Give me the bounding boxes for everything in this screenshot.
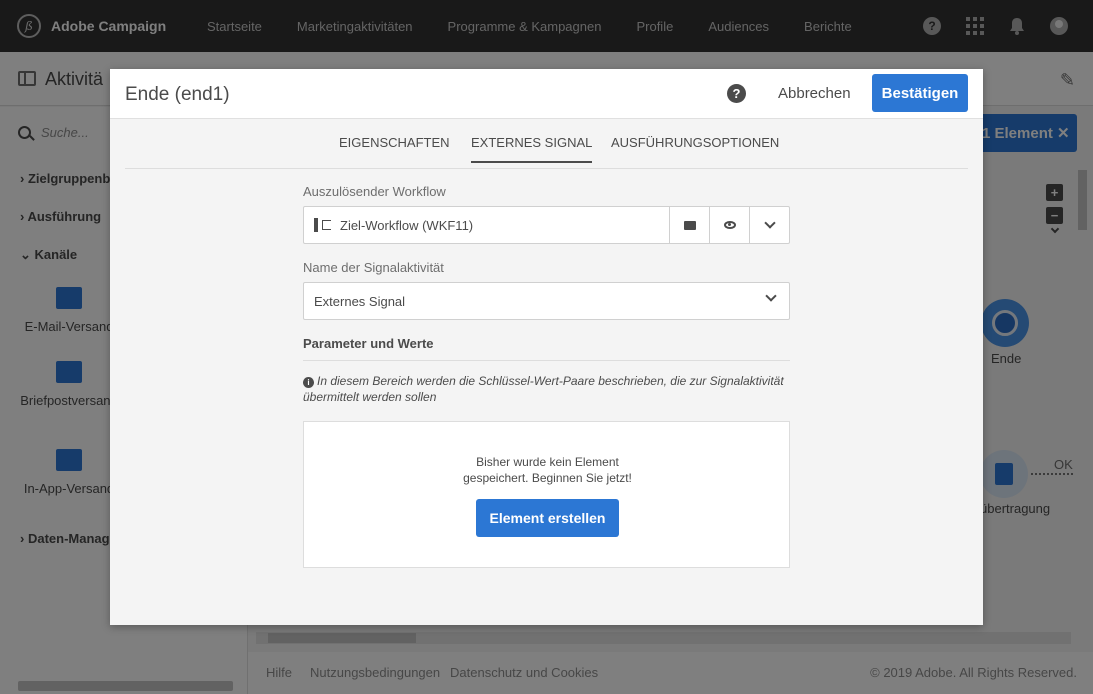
browse-folder-button[interactable] xyxy=(669,207,709,243)
tab-ausfuehrungsoptionen[interactable]: AUSFÜHRUNGSOPTIONEN xyxy=(611,135,779,150)
chevron-down-icon xyxy=(765,290,777,302)
confirm-button[interactable]: Bestätigen xyxy=(872,74,968,112)
dialog-header: Ende (end1) ? Abbrechen Bestätigen xyxy=(110,69,983,119)
info-icon: i xyxy=(303,377,314,388)
dialog-title: Ende (end1) xyxy=(125,84,230,105)
eye-icon xyxy=(723,221,736,229)
empty-line-1: Bisher wurde kein Element xyxy=(476,455,619,469)
help-icon[interactable]: ? xyxy=(727,84,746,103)
signal-field-label: Name der Signalaktivität xyxy=(303,260,444,275)
params-info-text: In diesem Bereich werden die Schlüssel-W… xyxy=(303,374,784,404)
dialog-tabs: EIGENSCHAFTEN EXTERNES SIGNAL AUSFÜHRUNG… xyxy=(125,119,968,169)
params-empty-state: Bisher wurde kein Element gespeichert. Be… xyxy=(303,421,790,568)
create-element-button[interactable]: Element erstellen xyxy=(476,499,619,537)
workflow-picker[interactable]: Ziel-Workflow (WKF11) xyxy=(303,206,790,244)
activity-properties-dialog: Ende (end1) ? Abbrechen Bestätigen EIGEN… xyxy=(110,69,983,625)
workflow-dropdown-button[interactable] xyxy=(749,207,789,243)
signal-activity-value: Externes Signal xyxy=(314,294,406,309)
tab-eigenschaften[interactable]: EIGENSCHAFTEN xyxy=(339,135,450,150)
chevron-down-icon xyxy=(763,217,776,229)
preview-button[interactable] xyxy=(709,207,749,243)
folder-icon xyxy=(683,220,696,230)
empty-line-2: gespeichert. Beginnen Sie jetzt! xyxy=(463,471,632,485)
workflow-icon xyxy=(314,218,332,232)
cancel-button[interactable]: Abbrechen xyxy=(778,85,851,102)
signal-activity-select[interactable]: Externes Signal xyxy=(303,282,790,320)
tab-externes-signal[interactable]: EXTERNES SIGNAL xyxy=(471,135,593,163)
empty-state-text: Bisher wurde kein Element gespeichert. Be… xyxy=(304,454,791,486)
params-info: i In diesem Bereich werden die Schlüssel-… xyxy=(303,373,790,405)
params-heading: Parameter und Werte xyxy=(303,336,790,361)
workflow-field-label: Auszulösender Workflow xyxy=(303,184,446,199)
workflow-value: Ziel-Workflow (WKF11) xyxy=(340,218,474,233)
